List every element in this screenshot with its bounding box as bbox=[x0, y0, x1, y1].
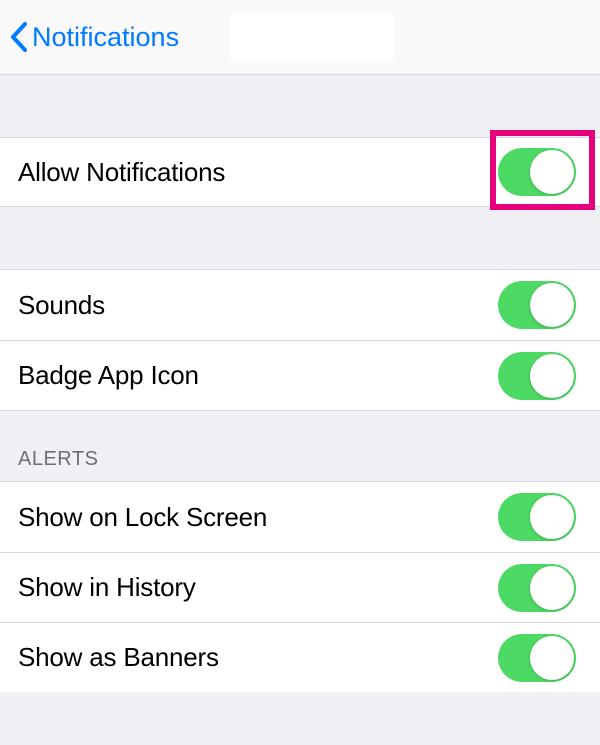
spacer bbox=[0, 207, 600, 269]
toggle-knob bbox=[530, 283, 574, 327]
row-label: Sounds bbox=[18, 290, 105, 321]
row-sounds: Sounds bbox=[0, 270, 600, 340]
spacer bbox=[0, 75, 600, 137]
toggle-knob bbox=[530, 636, 574, 680]
toggle-show-as-banners[interactable] bbox=[498, 634, 576, 682]
nav-header: Notifications bbox=[0, 0, 600, 75]
toggle-knob bbox=[530, 354, 574, 398]
toggle-badge-app-icon[interactable] bbox=[498, 352, 576, 400]
section-header-label: ALERTS bbox=[18, 448, 98, 471]
row-show-on-lock-screen: Show on Lock Screen bbox=[0, 482, 600, 552]
back-button[interactable]: Notifications bbox=[10, 22, 179, 53]
title-mask bbox=[229, 13, 394, 61]
group-alerts: Show on Lock Screen Show in History Show… bbox=[0, 481, 600, 692]
row-show-as-banners: Show as Banners bbox=[0, 622, 600, 692]
row-label: Show on Lock Screen bbox=[18, 502, 267, 533]
toggle-knob bbox=[530, 495, 574, 539]
row-label: Badge App Icon bbox=[18, 360, 199, 391]
toggle-knob bbox=[530, 566, 574, 610]
toggle-allow-notifications[interactable] bbox=[498, 148, 576, 196]
back-label: Notifications bbox=[32, 22, 179, 53]
section-header-alerts: ALERTS bbox=[0, 411, 600, 481]
group-sounds-badge: Sounds Badge App Icon bbox=[0, 269, 600, 411]
row-label: Allow Notifications bbox=[18, 157, 225, 188]
row-allow-notifications: Allow Notifications bbox=[0, 137, 600, 207]
chevron-left-icon bbox=[10, 22, 28, 52]
row-show-in-history: Show in History bbox=[0, 552, 600, 622]
toggle-show-in-history[interactable] bbox=[498, 564, 576, 612]
toggle-knob bbox=[530, 150, 574, 194]
row-badge-app-icon: Badge App Icon bbox=[0, 340, 600, 410]
row-label: Show as Banners bbox=[18, 642, 219, 673]
toggle-sounds[interactable] bbox=[498, 281, 576, 329]
row-label: Show in History bbox=[18, 572, 196, 603]
toggle-show-on-lock-screen[interactable] bbox=[498, 493, 576, 541]
